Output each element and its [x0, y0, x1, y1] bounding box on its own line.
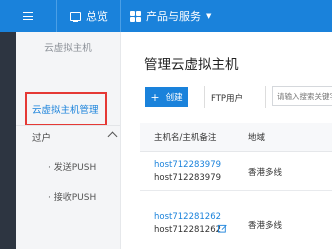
page-title: 管理云虚拟主机 — [144, 57, 239, 73]
sidebar-title: 云虚拟主机 — [44, 43, 92, 54]
navbar-divider — [120, 0, 121, 32]
top-navbar: 总览 产品与服务 ▼ — [0, 0, 332, 32]
nav-overview[interactable]: 总览 — [70, 0, 108, 32]
sidebar-item-send-push[interactable]: · 发送PUSH — [48, 160, 96, 173]
chevron-up-icon[interactable] — [107, 131, 118, 142]
menu-button[interactable] — [0, 0, 56, 32]
region-cell: 香港多线 — [248, 168, 283, 178]
sidebar-item-receive-push[interactable]: · 接收PUSH — [48, 190, 96, 203]
host-name: host712281262 — [154, 225, 222, 235]
host-link[interactable]: host712281262 — [154, 212, 221, 222]
toolbar-divider — [204, 86, 205, 108]
region-cell: 香港多线 — [248, 221, 283, 231]
collapsed-sidebar — [0, 32, 16, 249]
filter-ftp-user[interactable]: FTP用户 — [211, 92, 243, 104]
row-divider — [140, 190, 332, 191]
sidebar-group-transfer[interactable]: 过户 — [32, 130, 51, 144]
monitor-icon — [70, 11, 81, 22]
nav-overview-label: 总览 — [86, 10, 108, 23]
sidebar-divider — [16, 125, 120, 126]
nav-products[interactable]: 产品与服务 ▼ — [130, 0, 211, 32]
toolbar-divider — [265, 86, 266, 108]
caret-down-icon: ▼ — [206, 12, 212, 20]
hamburger-icon — [23, 12, 33, 20]
create-button-label: 创建 — [165, 93, 183, 103]
host-link[interactable]: host712283979 — [154, 160, 221, 170]
host-name: host712283979 — [154, 173, 222, 183]
edit-icon[interactable] — [218, 224, 227, 233]
sidebar-item-label: 发送PUSH — [53, 163, 97, 173]
create-button[interactable]: + 创建 — [145, 87, 188, 107]
column-header-hostname: 主机名/主机备注 — [154, 133, 217, 143]
column-header-region: 地域 — [248, 133, 266, 143]
sidebar-item-host-management[interactable]: 云虚拟主机管理 — [25, 92, 107, 126]
search-input[interactable] — [272, 86, 332, 106]
grid-icon — [130, 10, 141, 22]
sidebar: 云虚拟主机 云虚拟主机管理 过户 · 发送PUSH · 接收PUSH — [16, 32, 121, 249]
nav-products-label: 产品与服务 — [146, 10, 201, 23]
sidebar-item-label: 云虚拟主机管理 — [32, 105, 99, 116]
navbar-divider — [56, 0, 57, 32]
sidebar-item-label: 接收PUSH — [53, 193, 97, 203]
plus-icon: + — [150, 90, 160, 104]
